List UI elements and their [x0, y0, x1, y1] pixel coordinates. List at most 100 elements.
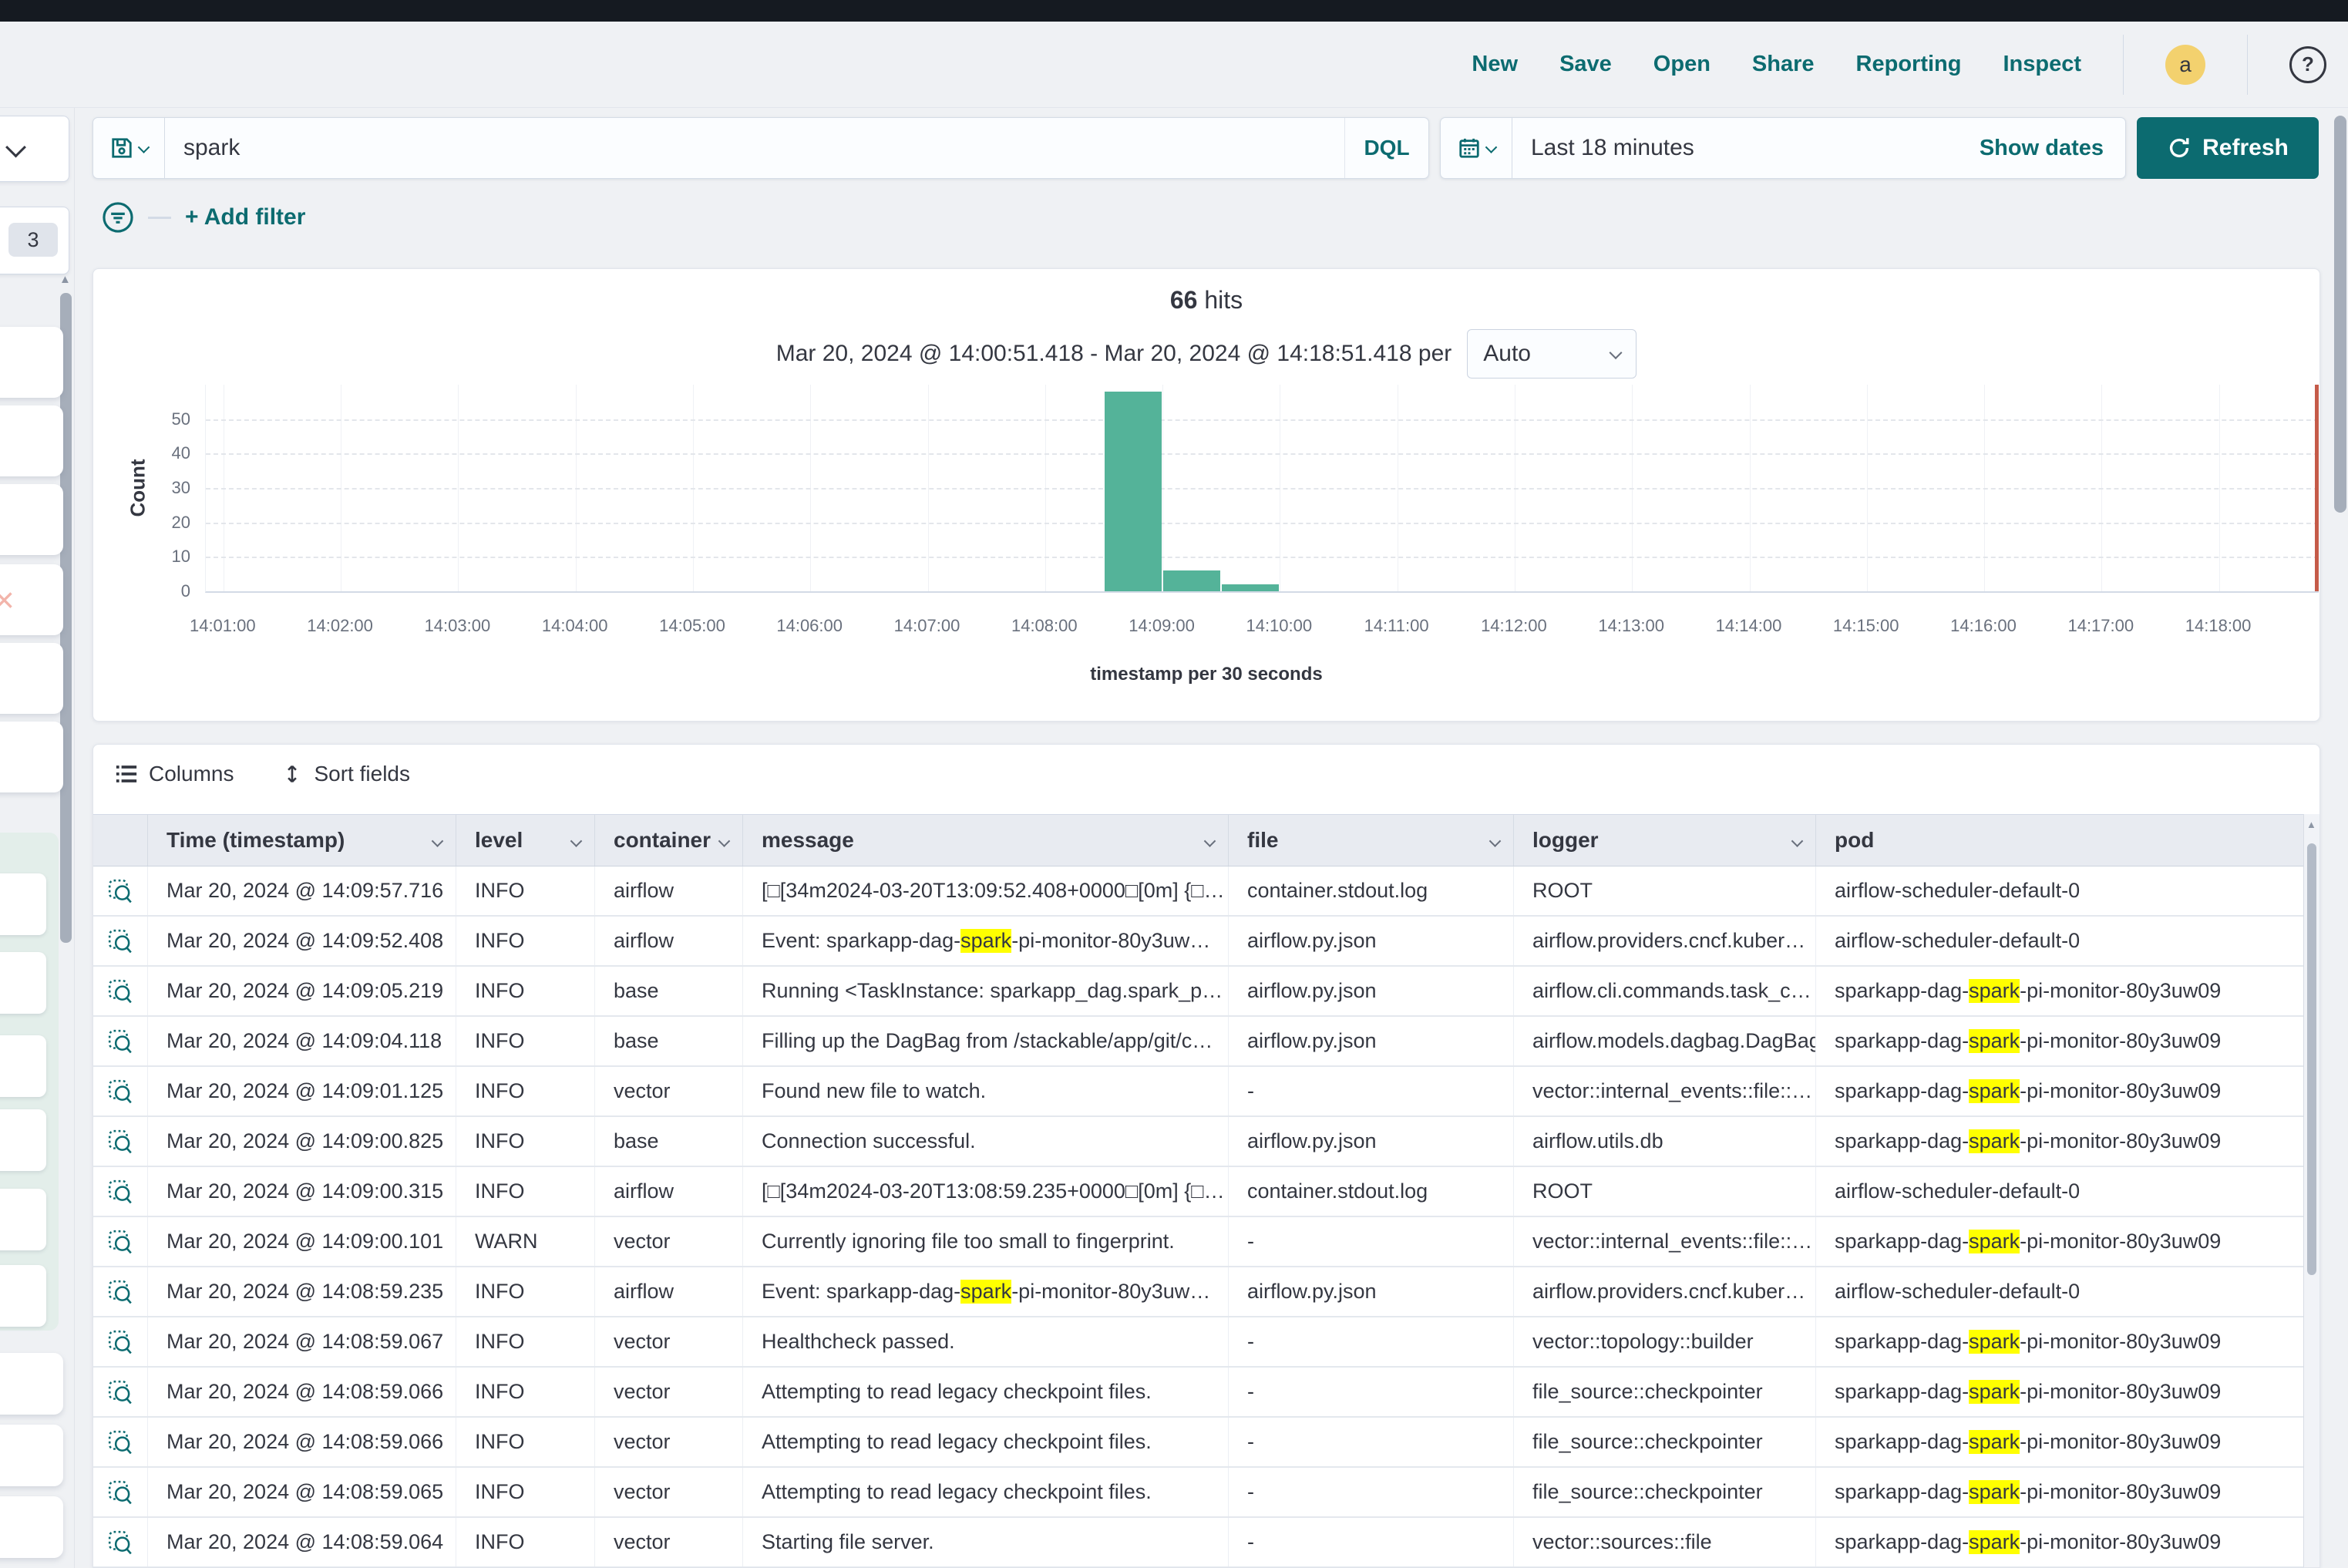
highlighted-term: spark — [1969, 1380, 2020, 1404]
nav-reporting-button[interactable]: Reporting — [1856, 52, 1962, 77]
scroll-up-icon[interactable]: ▲ — [2306, 819, 2316, 830]
selected-field-item[interactable] — [0, 1265, 46, 1327]
cell-msg-text: Attempting to read legacy checkpoint fil… — [762, 1430, 1152, 1454]
field-item[interactable] — [0, 1353, 63, 1415]
expand-document-icon[interactable] — [93, 1217, 147, 1266]
remove-field-icon[interactable]: × — [0, 582, 15, 617]
expand-document-icon[interactable] — [93, 866, 147, 915]
saved-query-menu-button[interactable] — [93, 118, 165, 178]
help-icon[interactable]: ? — [2289, 46, 2326, 83]
query-language-button[interactable]: DQL — [1344, 118, 1428, 178]
expand-document-icon[interactable] — [93, 1167, 147, 1216]
histogram-bar[interactable] — [1105, 392, 1162, 591]
column-header-file[interactable]: file — [1228, 815, 1513, 866]
table-row: Mar 20, 2024 @ 14:09:00.825INFObaseConne… — [93, 1117, 2306, 1167]
expand-document-icon[interactable] — [93, 1017, 147, 1065]
cell-file: - — [1228, 1468, 1513, 1516]
interval-select[interactable]: Auto — [1467, 329, 1637, 379]
expand-document-icon[interactable] — [93, 1518, 147, 1566]
column-header-logger[interactable]: logger — [1513, 815, 1815, 866]
expand-document-icon[interactable] — [93, 1317, 147, 1366]
column-header-label: level — [475, 828, 523, 853]
selected-field-item[interactable] — [0, 952, 46, 1014]
date-picker[interactable]: Last 18 minutes Show dates — [1440, 117, 2126, 179]
cell-logger: airflow.models.dagbag.DagBag — [1513, 1017, 1815, 1065]
field-item[interactable] — [0, 327, 63, 398]
column-header-time-timestamp-[interactable]: Time (timestamp) — [147, 815, 456, 866]
cell-msg: Starting file server. — [742, 1518, 1228, 1566]
table-scrollbar[interactable]: ▲ — [2303, 814, 2319, 1567]
expand-document-icon[interactable] — [93, 1117, 147, 1166]
column-header-pod[interactable]: pod — [1815, 815, 2306, 866]
cell-pod-text: -pi-monitor-80y3uw09 — [2020, 1480, 2221, 1504]
nav-inspect-button[interactable]: Inspect — [2003, 52, 2081, 77]
histogram-bar[interactable] — [1163, 570, 1220, 591]
cell-time-value: Mar 20, 2024 @ 14:09:00.315 — [167, 1179, 443, 1203]
field-item[interactable] — [0, 643, 63, 714]
expand-document-icon[interactable] — [93, 1418, 147, 1466]
cell-pod: sparkapp-dag-spark-pi-monitor-80y3uw09 — [1815, 1067, 2306, 1115]
show-dates-button[interactable]: Show dates — [1980, 136, 2104, 161]
chart-subtitle-row: Mar 20, 2024 @ 14:00:51.418 - Mar 20, 20… — [93, 329, 2319, 379]
filter-icon[interactable] — [102, 201, 134, 234]
refresh-button[interactable]: Refresh — [2137, 117, 2319, 179]
expand-document-icon[interactable] — [93, 1067, 147, 1115]
nav-new-button[interactable]: New — [1472, 52, 1518, 77]
selected-field-item[interactable] — [0, 1189, 46, 1250]
app-header: New Save Open Share Reporting Inspect a … — [0, 22, 2348, 108]
cell-container: base — [594, 1117, 742, 1166]
x-tick-label: 14:12:00 — [1452, 616, 1576, 636]
y-tick-label: 30 — [132, 478, 190, 498]
expand-document-icon[interactable] — [93, 917, 147, 965]
scroll-up-icon[interactable]: ▲ — [59, 273, 71, 286]
cell-logger: airflow.providers.cncf.kuber… — [1513, 917, 1815, 965]
histogram-bar[interactable] — [1222, 584, 1279, 591]
nav-open-button[interactable]: Open — [1653, 52, 1711, 77]
field-item[interactable] — [0, 1496, 63, 1558]
sort-fields-button[interactable]: Sort fields — [281, 762, 410, 786]
column-header-level[interactable]: level — [456, 815, 594, 866]
table-scrollbar-thumb[interactable] — [2307, 843, 2316, 1275]
selected-fields-box[interactable]: 3 — [0, 207, 69, 274]
column-header-message[interactable]: message — [742, 815, 1228, 866]
field-item[interactable] — [0, 405, 63, 476]
search-input[interactable]: spark — [183, 135, 1344, 161]
add-filter-button[interactable]: + Add filter — [185, 204, 305, 230]
cell-pod: airflow-scheduler-default-0 — [1815, 866, 2306, 915]
cell-msg-text: Attempting to read legacy checkpoint fil… — [762, 1380, 1152, 1404]
user-avatar[interactable]: a — [2165, 45, 2205, 85]
table-body: Mar 20, 2024 @ 14:09:57.716INFOairflow[□… — [93, 866, 2306, 1568]
field-item[interactable]: × — [0, 564, 63, 635]
cell-msg: [□[34m2024-03-20T13:08:59.235+0000□[0m] … — [742, 1167, 1228, 1216]
chevron-down-icon — [1610, 346, 1623, 359]
nav-save-button[interactable]: Save — [1559, 52, 1612, 77]
expand-document-icon[interactable] — [93, 1267, 147, 1316]
selected-field-item[interactable] — [0, 873, 46, 935]
selected-field-item[interactable] — [0, 1035, 46, 1097]
expand-document-icon[interactable] — [93, 1468, 147, 1516]
window-top-bar — [0, 0, 2348, 22]
page-scrollbar-thumb[interactable] — [2334, 116, 2346, 513]
expand-document-icon[interactable] — [93, 1368, 147, 1416]
cell-msg-text: Event: sparkapp-dag- — [762, 1280, 960, 1304]
cell-msg: Currently ignoring file too small to fin… — [742, 1217, 1228, 1266]
columns-button[interactable]: Columns — [115, 762, 234, 786]
cell-msg: Running <TaskInstance: sparkapp_dag.spar… — [742, 967, 1228, 1015]
selected-field-item[interactable] — [0, 1109, 46, 1171]
sidebar-collapse-button[interactable] — [0, 116, 69, 182]
column-header-container[interactable]: container — [594, 815, 742, 866]
table-row: Mar 20, 2024 @ 14:08:59.235INFOairflowEv… — [93, 1267, 2306, 1317]
field-item[interactable] — [0, 722, 63, 792]
nav-share-button[interactable]: Share — [1752, 52, 1815, 77]
field-item[interactable] — [0, 1425, 63, 1486]
expand-document-icon[interactable] — [93, 967, 147, 1015]
cell-logger-value: vector::topology::builder — [1532, 1330, 1754, 1354]
cell-level: INFO — [456, 1368, 594, 1416]
cell-level: INFO — [456, 1267, 594, 1316]
cell-msg-text: Connection successful. — [762, 1129, 976, 1153]
field-item[interactable] — [0, 484, 63, 555]
query-bar[interactable]: spark DQL — [93, 117, 1429, 179]
cell-logger-value: airflow.utils.db — [1532, 1129, 1663, 1153]
time-range-value[interactable]: Last 18 minutes — [1531, 135, 1980, 161]
date-quick-select-button[interactable] — [1441, 118, 1512, 178]
